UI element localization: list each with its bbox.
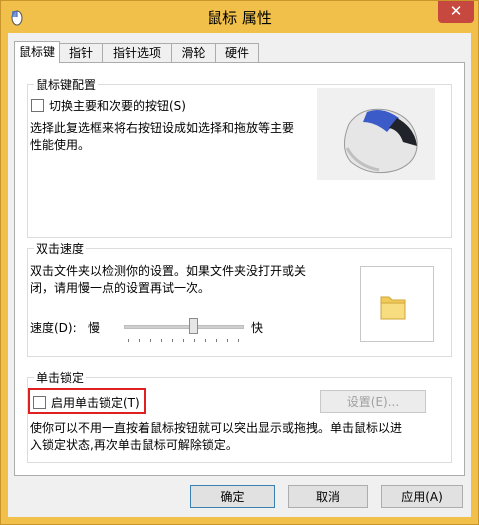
button-config-description-line-1: 选择此复选框来将右按钮设成如选择和拖放等主要 [30, 121, 295, 135]
title-bar[interactable]: 鼠标 属性 ✕ [1, 1, 478, 33]
speed-slider-tick [194, 339, 195, 342]
click-lock-label: 单击锁定 [34, 369, 87, 386]
fast-label: 快 [251, 321, 264, 335]
switch-buttons-checkbox[interactable] [31, 99, 44, 112]
switch-buttons-label: 切换主要和次要的按钮(S) [49, 99, 186, 113]
speed-slider-tick [227, 339, 228, 342]
speed-slider-tick [183, 339, 184, 342]
dialog-client-area: 鼠标键 指针 指针选项 滑轮 硬件 鼠标键配置 切换主要和次要的按钮(S) 选择… [8, 33, 471, 517]
speed-slider-track [124, 325, 244, 329]
speed-slider-tick [205, 339, 206, 342]
slow-label: 慢 [88, 321, 101, 335]
speed-slider-tick [150, 339, 151, 342]
ok-button[interactable]: 确定 [190, 485, 275, 508]
click-lock-highlight-box [28, 388, 146, 414]
double-click-description: 双击文件夹以检测你的设置。如果文件夹没打开或关 闭，请用慢一点的设置再试一次。 [30, 263, 330, 297]
tab-hardware[interactable]: 硬件 [215, 43, 259, 62]
button-config-label: 鼠标键配置 [34, 76, 99, 93]
speed-slider-tick [139, 339, 140, 342]
speed-slider-tick [161, 339, 162, 342]
double-click-label: 双击速度 [34, 240, 87, 257]
test-folder-box[interactable] [360, 266, 434, 342]
mouse-illustration [317, 88, 435, 180]
tab-pointers[interactable]: 指针 [59, 43, 103, 62]
double-click-description-line-1: 双击文件夹以检测你的设置。如果文件夹没打开或关 [30, 264, 307, 278]
tab-wheel[interactable]: 滑轮 [171, 43, 216, 62]
tab-buttons[interactable]: 鼠标键 [14, 41, 60, 63]
close-button[interactable]: ✕ [438, 1, 474, 23]
double-click-description-line-2: 闭，请用慢一点的设置再试一次。 [30, 281, 211, 295]
tab-panel: 鼠标键配置 切换主要和次要的按钮(S) 选择此复选框来将右按钮设成如选择和拖放等… [14, 62, 465, 476]
tab-pointer-options[interactable]: 指针选项 [102, 43, 172, 62]
apply-button[interactable]: 应用(A) [381, 485, 463, 508]
window-title: 鼠标 属性 [207, 9, 272, 27]
button-config-group: 鼠标键配置 切换主要和次要的按钮(S) 选择此复选框来将右按钮设成如选择和拖放等… [27, 76, 452, 238]
click-lock-group: 单击锁定 启用单击锁定(T) 设置(E)... 使你可以不用一直按着鼠标按钮就可… [27, 369, 452, 463]
mouse-properties-window: 鼠标 属性 ✕ 鼠标键 指针 指针选项 滑轮 硬件 鼠标键配置 切换主要和次要的… [0, 0, 479, 525]
speed-slider[interactable] [120, 315, 246, 345]
speed-slider-tick [172, 339, 173, 342]
double-click-group: 双击速度 双击文件夹以检测你的设置。如果文件夹没打开或关 闭，请用慢一点的设置再… [27, 240, 452, 357]
folder-icon[interactable] [379, 291, 407, 321]
switch-buttons-checkbox-row[interactable]: 切换主要和次要的按钮(S) [31, 97, 186, 114]
speed-slider-tick [238, 339, 239, 342]
button-config-description: 选择此复选框来将右按钮设成如选择和拖放等主要 性能使用。 [30, 120, 310, 154]
speed-label: 速度(D): [30, 321, 77, 335]
cancel-button[interactable]: 取消 [288, 485, 368, 508]
speed-slider-thumb[interactable] [189, 318, 199, 334]
click-lock-description: 使你可以不用一直按着鼠标按钮就可以突出显示或拖拽。单击鼠标以进 入锁定状态,再次… [30, 420, 440, 454]
speed-slider-tick [128, 339, 129, 342]
click-lock-settings-button[interactable]: 设置(E)... [320, 390, 426, 413]
button-config-description-line-2: 性能使用。 [30, 138, 91, 152]
click-lock-description-line-2: 入锁定状态,再次单击鼠标可解除锁定。 [30, 438, 238, 452]
speed-slider-tick [216, 339, 217, 342]
click-lock-description-line-1: 使你可以不用一直按着鼠标按钮就可以突出显示或拖拽。单击鼠标以进 [30, 421, 403, 435]
